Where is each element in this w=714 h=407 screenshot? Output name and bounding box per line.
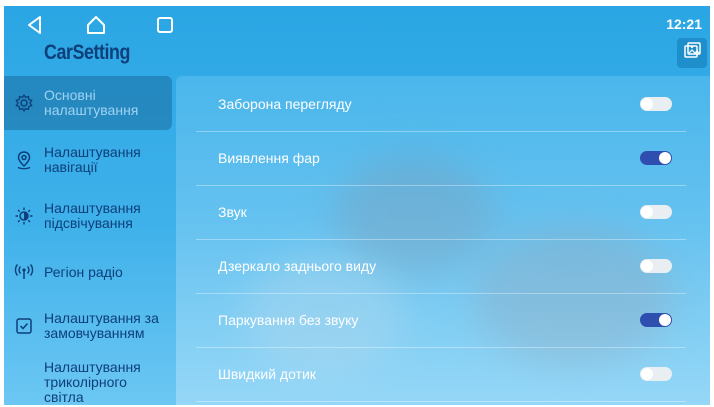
setting-row-rearview-mirror[interactable]: Дзеркало заднього виду: [196, 239, 686, 294]
sidebar-item-navigation-settings[interactable]: Налаштування навігації: [4, 136, 172, 184]
toggle-knob: [659, 314, 671, 326]
car-settings-screen: 12:21 CarSetting Основні налаштування На…: [4, 6, 710, 405]
toggle-switch[interactable]: [640, 205, 672, 219]
gear-icon: [4, 93, 44, 113]
setting-label: Дзеркало заднього виду: [218, 258, 377, 274]
setting-row-sound[interactable]: Звук: [196, 185, 686, 240]
sidebar-item-label: Налаштування за замовчуванням: [44, 310, 159, 341]
app-title: CarSetting: [44, 41, 131, 64]
gallery-button[interactable]: [677, 38, 707, 68]
toggle-switch[interactable]: [640, 97, 672, 111]
sidebar-item-general-settings[interactable]: Основні налаштування: [4, 76, 172, 130]
back-triangle-icon[interactable]: [24, 14, 46, 36]
home-icon[interactable]: [85, 14, 107, 36]
toggle-switch[interactable]: [640, 259, 672, 273]
setting-row-headlight-detection[interactable]: Виявлення фар: [196, 131, 686, 186]
sidebar-item-label: Налаштування підсвічування: [44, 200, 141, 231]
checkbox-icon: [4, 316, 44, 336]
toggle-knob: [659, 152, 671, 164]
setting-label: Звук: [218, 204, 247, 220]
toggle-knob: [641, 98, 653, 110]
setting-row-viewing-ban[interactable]: Заборона перегляду: [196, 77, 686, 132]
clock: 12:21: [666, 16, 702, 32]
setting-row-quick-touch[interactable]: Швидкий дотик: [196, 347, 686, 402]
sidebar-item-radio-region[interactable]: Регіон радіо: [4, 252, 172, 292]
toggle-switch[interactable]: [640, 367, 672, 381]
settings-panel: Заборона перегляду Виявлення фар Звук Дз…: [176, 76, 710, 405]
setting-label: Заборона перегляду: [218, 96, 352, 112]
toggle-knob: [641, 260, 653, 272]
sidebar-item-label: Основні налаштування: [44, 87, 139, 118]
sidebar-item-label: Налаштування триколірного світла: [44, 358, 141, 405]
setting-row-silent-parking[interactable]: Паркування без звуку: [196, 293, 686, 348]
radio-antenna-icon: [4, 262, 44, 282]
toggle-knob: [641, 368, 653, 380]
sidebar-item-tricolor-light-settings[interactable]: Налаштування триколірного світла: [4, 358, 172, 405]
setting-label: Виявлення фар: [218, 150, 320, 166]
setting-label: Паркування без звуку: [218, 312, 359, 328]
location-pin-icon: [4, 150, 44, 170]
sidebar-item-backlight-settings[interactable]: Налаштування підсвічування: [4, 192, 172, 240]
toggle-switch[interactable]: [640, 151, 672, 165]
sidebar-item-label: Налаштування навігації: [44, 144, 141, 175]
sidebar-item-default-settings[interactable]: Налаштування за замовчуванням: [4, 298, 172, 354]
setting-label: Швидкий дотик: [218, 366, 316, 382]
gallery-icon: [682, 41, 702, 66]
brightness-icon: [4, 206, 44, 226]
toggle-knob: [641, 206, 653, 218]
recents-square-icon[interactable]: [154, 14, 176, 36]
toggle-switch[interactable]: [640, 313, 672, 327]
sidebar-item-label: Регіон радіо: [44, 263, 123, 280]
sidebar: Основні налаштування Налаштування навіга…: [4, 76, 172, 405]
